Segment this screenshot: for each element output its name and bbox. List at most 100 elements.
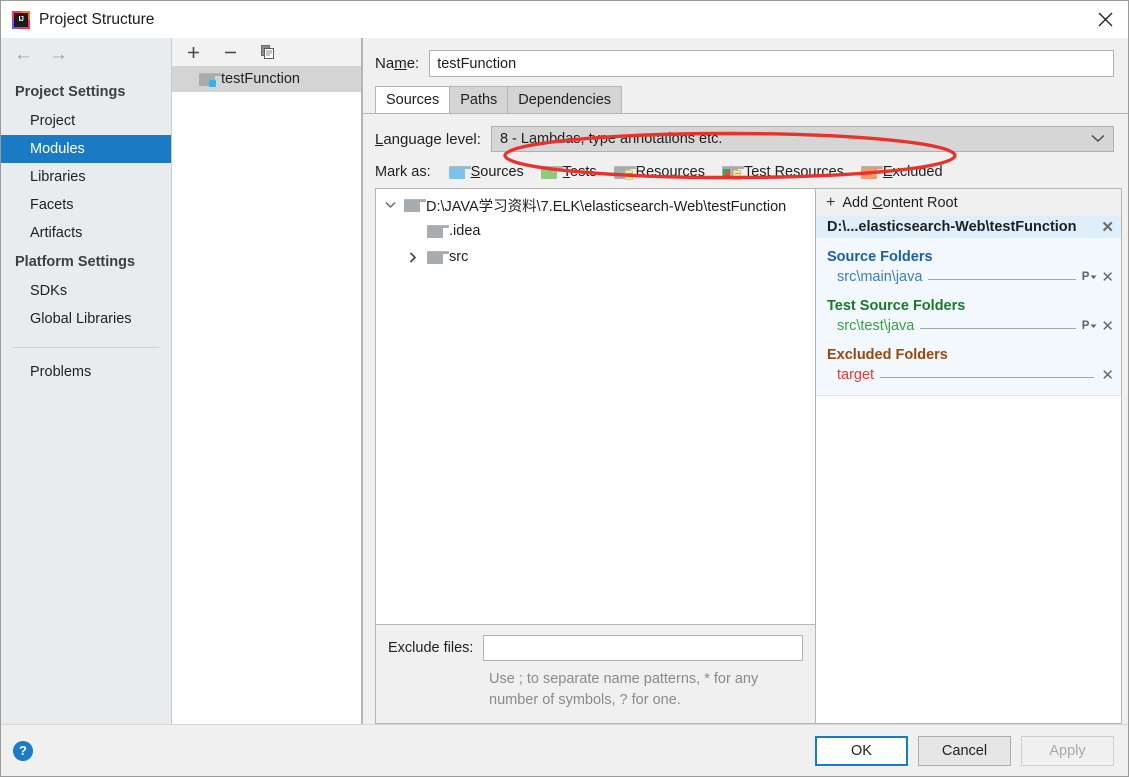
folder-icon	[427, 224, 449, 238]
row-rule	[920, 328, 1076, 329]
row-rule	[880, 377, 1095, 378]
mark-as-tests-button[interactable]: Tests	[540, 164, 597, 180]
sources-split-panel: D:\JAVA学习资料\7.ELK\elasticsearch-Web\test…	[375, 188, 1122, 724]
package-prefix-icon[interactable]: P	[1082, 271, 1098, 283]
intellij-idea-logo-icon: IJ	[12, 10, 30, 29]
settings-sidebar: ← → Project Settings Project Modules Lib…	[1, 38, 172, 724]
package-prefix-icon[interactable]: P	[1082, 320, 1098, 332]
source-folder-path[interactable]: src\main\java	[837, 269, 922, 285]
tree-row-idea[interactable]: .idea	[376, 218, 815, 244]
excluded-folders-title: Excluded Folders	[827, 347, 948, 363]
content-tree: D:\JAVA学习资料\7.ELK\elasticsearch-Web\test…	[376, 189, 815, 624]
help-icon[interactable]: ?	[13, 740, 33, 761]
mark-as-row: Mark as: Sources Tests Resources Test Re…	[363, 160, 1128, 188]
content-roots-empty-area	[816, 396, 1121, 723]
sidebar-item-global-libraries[interactable]: Global Libraries	[1, 305, 171, 333]
folder-sources-icon	[448, 165, 471, 179]
close-window-button[interactable]	[1082, 1, 1128, 38]
modules-toolbar	[172, 38, 361, 66]
sidebar-item-facets[interactable]: Facets	[1, 191, 171, 219]
copy-module-button[interactable]	[259, 44, 276, 61]
language-level-combobox[interactable]: 8 - Lambdas, type annotations etc.	[490, 126, 1114, 152]
mark-as-sources-button[interactable]: Sources	[448, 164, 524, 180]
tree-row-label: .idea	[449, 223, 481, 239]
mark-as-resources-button[interactable]: Resources	[613, 164, 705, 180]
mark-as-test-resources-button[interactable]: Test Resources	[721, 164, 844, 180]
module-detail-pane: Name: Sources Paths Dependencies Languag…	[362, 38, 1128, 724]
forward-arrow-icon[interactable]: →	[49, 45, 68, 64]
exclude-files-label: Exclude files:	[388, 640, 474, 656]
tab-sources[interactable]: Sources	[375, 86, 451, 113]
tab-paths[interactable]: Paths	[449, 86, 509, 113]
test-source-folder-row: src\test\java P ✕	[816, 316, 1121, 336]
language-level-label: Language level:	[375, 130, 481, 148]
sidebar-item-project[interactable]: Project	[1, 107, 171, 135]
language-level-row: Language level: 8 - Lambdas, type annota…	[363, 114, 1128, 160]
exclude-hint-line-1: Use ; to separate name patterns, * for a…	[489, 671, 759, 687]
sidebar-item-artifacts[interactable]: Artifacts	[1, 219, 171, 247]
minus-icon	[225, 51, 236, 53]
module-item-label: testFunction	[221, 71, 300, 87]
source-folder-row: src\main\java P ✕	[816, 267, 1121, 287]
modules-list-panel: testFunction	[172, 38, 362, 724]
module-list-item-testfunction[interactable]: testFunction	[172, 66, 361, 92]
module-name-input[interactable]	[429, 50, 1114, 77]
dialog-footer: ? OK Cancel Apply	[1, 724, 1128, 776]
plus-icon: +	[826, 193, 836, 211]
mark-as-excluded-button[interactable]: Excluded	[860, 164, 943, 180]
sources-tab-content: Language level: 8 - Lambdas, type annota…	[363, 113, 1128, 724]
folder-icon	[404, 198, 426, 212]
remove-test-source-folder-icon[interactable]: ✕	[1100, 319, 1115, 334]
exclude-files-input[interactable]	[483, 635, 803, 661]
add-content-root-label: Add Content Root	[842, 194, 958, 211]
add-module-button[interactable]	[185, 44, 202, 61]
dialog-buttons: OK Cancel Apply	[815, 735, 1114, 766]
sidebar-item-modules[interactable]: Modules	[1, 135, 171, 163]
language-level-value: 8 - Lambdas, type annotations etc.	[499, 131, 723, 147]
cancel-button[interactable]: Cancel	[918, 735, 1011, 766]
ok-button[interactable]: OK	[815, 735, 908, 766]
content-roots-panel: + Add Content Root D:\...elasticsearch-W…	[815, 189, 1121, 723]
add-content-root-button[interactable]: + Add Content Root	[816, 189, 1121, 216]
sidebar-group-platform-settings: Platform Settings	[15, 254, 136, 270]
close-icon	[1098, 12, 1112, 27]
sidebar-item-sdks[interactable]: SDKs	[1, 277, 171, 305]
chevron-right-icon[interactable]	[405, 251, 421, 263]
content-root-header: D:\...elasticsearch-Web\testFunction ✕	[816, 216, 1121, 238]
mark-as-test-resources-label: Test Resources	[743, 164, 844, 180]
folder-test-resources-icon	[721, 165, 744, 180]
tree-row-content-root[interactable]: D:\JAVA学习资料\7.ELK\elasticsearch-Web\test…	[376, 192, 815, 218]
source-folders-title: Source Folders	[827, 249, 933, 265]
exclude-files-panel: Exclude files: Use ; to separate name pa…	[376, 624, 815, 723]
mark-as-tests-label: Tests	[562, 164, 597, 180]
plus-icon	[188, 46, 199, 58]
excluded-folder-path[interactable]: target	[837, 367, 874, 383]
test-source-folder-path[interactable]: src\test\java	[837, 318, 914, 334]
excluded-folder-row: target ✕	[816, 365, 1121, 385]
folder-resources-icon	[613, 165, 636, 180]
mark-as-resources-label: Resources	[635, 164, 705, 180]
remove-module-button[interactable]	[222, 44, 239, 61]
sidebar-group-project-settings: Project Settings	[15, 84, 126, 100]
chevron-down-icon[interactable]	[382, 201, 398, 209]
tree-row-src[interactable]: src	[376, 244, 815, 270]
apply-button: Apply	[1021, 735, 1114, 766]
tab-dependencies[interactable]: Dependencies	[507, 86, 623, 113]
chevron-down-icon	[1091, 131, 1105, 147]
mark-as-sources-label: Sources	[470, 164, 524, 180]
window-title: Project Structure	[39, 10, 155, 28]
sidebar-divider	[13, 347, 159, 348]
folder-tests-icon	[540, 165, 563, 179]
remove-source-folder-icon[interactable]: ✕	[1100, 270, 1115, 285]
copy-icon	[260, 45, 274, 59]
sidebar-item-problems[interactable]: Problems	[1, 358, 171, 386]
remove-excluded-folder-icon[interactable]: ✕	[1100, 368, 1115, 383]
folder-excluded-icon	[860, 165, 883, 179]
tree-row-label: src	[449, 249, 469, 265]
back-arrow-icon[interactable]: ←	[14, 45, 33, 64]
name-label: Name:	[375, 55, 420, 72]
sidebar-item-libraries[interactable]: Libraries	[1, 163, 171, 191]
exclude-hint-line-2: number of symbols, ? for one.	[489, 692, 681, 708]
remove-content-root-icon[interactable]: ✕	[1100, 220, 1115, 235]
tree-row-label: D:\JAVA学习资料\7.ELK\elasticsearch-Web\test…	[426, 198, 787, 215]
